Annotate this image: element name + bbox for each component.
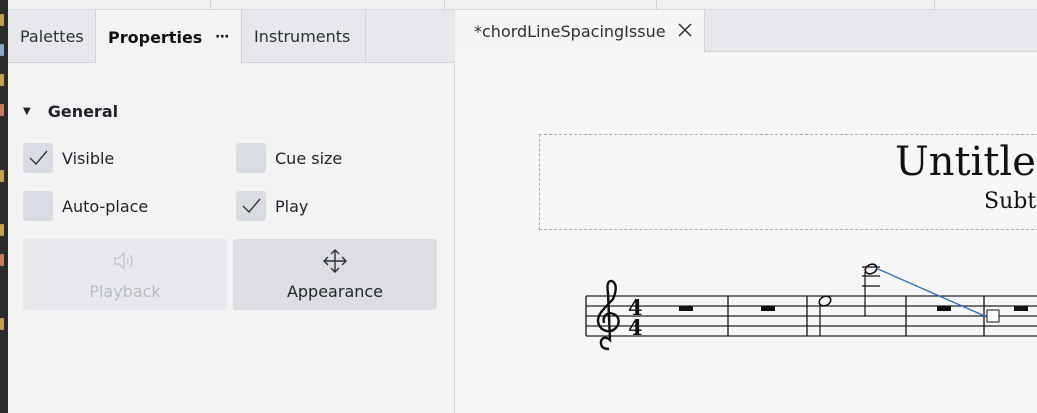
staff-system: 4 4 [585,263,1037,351]
appearance-button[interactable]: Appearance [233,239,437,310]
chord-line [877,268,988,318]
play-checkbox[interactable]: Play [236,191,308,221]
half-note-head [864,263,878,275]
checkbox-box[interactable] [23,143,53,173]
panel-tab-bar: Palettes Properties ⋯ Instruments [8,10,455,64]
whole-rest [937,306,951,311]
tab-label: Properties [108,27,203,47]
auto-place-checkbox[interactable]: Auto-place [23,191,148,221]
whole-rest [679,306,693,311]
whole-rest [1014,306,1028,311]
checkbox-box[interactable] [236,143,266,173]
selected-note-handle [986,309,1000,323]
playback-button[interactable]: Playback [23,239,227,310]
visible-checkbox[interactable]: Visible [23,143,114,173]
checkbox-label: Visible [62,148,115,168]
more-options-icon[interactable]: ⋯ [215,29,232,45]
tab-label: Instruments [254,27,351,46]
tab-properties[interactable]: Properties ⋯ [96,10,242,64]
speaker-icon [114,251,133,271]
tab-palettes[interactable]: Palettes [8,10,96,63]
top-toolbar-edge [8,0,1037,10]
cue-size-checkbox[interactable]: Cue size [236,143,342,173]
checkbox-label: Play [275,196,309,216]
checkbox-label: Auto-place [62,196,149,216]
expand-triangle-icon[interactable]: ▼ [23,106,31,117]
properties-panel: Palettes Properties ⋯ Instruments ▼ Gene… [8,10,455,413]
document-tab-bar: *chordLineSpacingIssue [456,10,1037,53]
document-tab-label: *chordLineSpacingIssue [474,22,666,41]
section-general-header[interactable]: ▼ General [23,102,118,121]
tab-instruments[interactable]: Instruments [242,10,366,63]
score-view: *chordLineSpacingIssue Untitle Subt 4 4 [456,10,1037,413]
move-arrows-icon [323,249,347,273]
checkmark-icon [29,150,48,166]
tab-label: Palettes [20,27,84,46]
score-canvas[interactable]: Untitle Subt 4 4 [456,53,1037,413]
checkbox-box[interactable] [236,191,266,221]
tab-document[interactable]: *chordLineSpacingIssue [456,10,705,53]
treble-clef-icon [596,279,620,351]
close-icon[interactable] [676,21,694,39]
checkbox-label: Cue size [275,148,343,168]
whole-rest [761,306,775,311]
staff-lines [586,295,1037,337]
code-editor-edge [0,0,8,413]
time-signature-bottom: 4 [628,315,643,340]
checkmark-icon [242,198,261,214]
checkbox-box[interactable] [23,191,53,221]
button-label: Appearance [286,282,384,301]
button-label: Playback [89,282,161,301]
section-title: General [47,102,119,121]
